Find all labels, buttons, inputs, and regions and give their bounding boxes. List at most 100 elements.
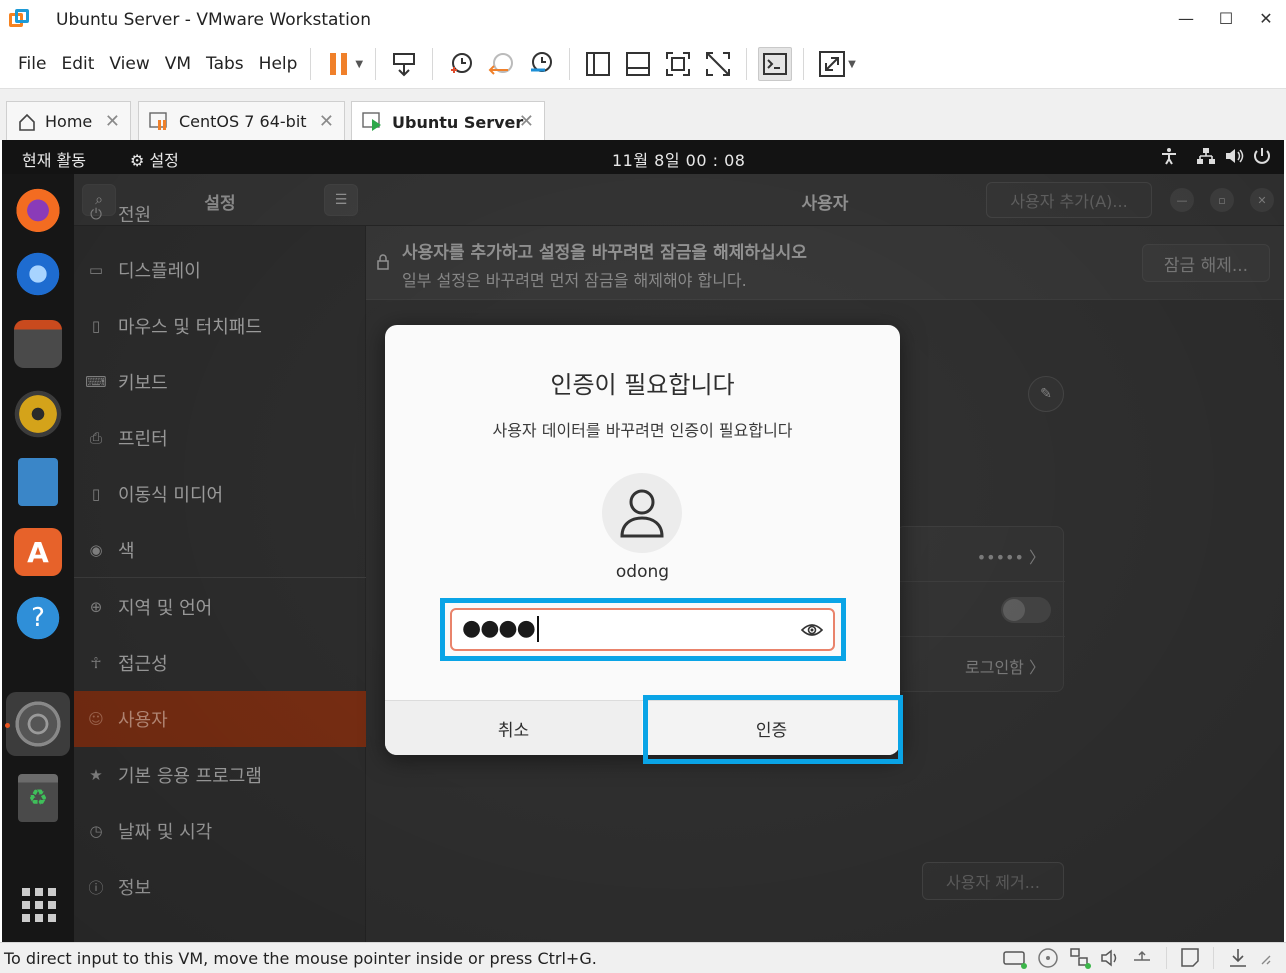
password-row[interactable]: ••••• 〉 (897, 527, 1065, 582)
unity-icon (706, 52, 731, 76)
menu-view[interactable]: View (109, 54, 149, 74)
sound-card-icon[interactable] (1100, 946, 1122, 970)
vm-tab-bar: Home ✕ CentOS 7 64-bit ✕ Ubuntu Server ✕ (0, 88, 1286, 142)
sidebar-item-printers[interactable]: ⎙ 프린터 (74, 410, 366, 466)
toolbar-separator (310, 48, 312, 80)
sidebar-item-label: 접근성 (118, 654, 168, 675)
authenticate-highlight-box (643, 695, 903, 764)
sidebar-item-mouse[interactable]: ▯ 마우스 및 터치패드 (74, 298, 366, 354)
sidebar-item-keyboard[interactable]: ⌨ 키보드 (74, 354, 366, 410)
cancel-button[interactable]: 취소 (385, 701, 642, 755)
tab-close-icon[interactable]: ✕ (319, 111, 334, 132)
sidebar-item-about[interactable]: ⓘ 정보 (74, 859, 366, 915)
menu-tabs[interactable]: Tabs (206, 54, 244, 74)
maximize-window-button[interactable]: ▫ (1210, 188, 1234, 212)
info-icon: ⓘ (88, 878, 104, 897)
notes-icon[interactable] (1179, 946, 1201, 970)
menu-help[interactable]: Help (259, 54, 298, 74)
unlock-button[interactable]: 잠금 해제... (1142, 244, 1270, 282)
snapshot-manager-button[interactable] (524, 47, 558, 81)
sidebar-item-accessibility[interactable]: ☥ 접근성 (74, 635, 366, 691)
panel-header: 사용자 사용자 추가(A)... — ▫ ✕ (366, 174, 1284, 226)
files-icon[interactable] (14, 320, 62, 368)
menu-edit[interactable]: Edit (61, 54, 94, 74)
sidebar-item-date-time[interactable]: ◷ 날짜 및 시각 (74, 803, 366, 859)
sidebar-item-power[interactable]: ⏻ 전원 (74, 186, 366, 242)
color-icon: ◉ (89, 541, 103, 559)
removable-media-icon: ▯ (91, 485, 101, 503)
close-window-button[interactable]: ✕ (1246, 0, 1286, 36)
network-adapter-icon[interactable] (1068, 946, 1092, 970)
user-settings-list: ••••• 〉 로그인함 〉 (896, 526, 1065, 692)
activities-button[interactable]: 현재 활동 (22, 147, 86, 171)
console-view-button[interactable] (758, 47, 793, 81)
menubar-toolbar: File Edit View VM Tabs Help ▼ ▼ (0, 40, 1286, 88)
sidebar-item-default-apps[interactable]: ★ 기본 응용 프로그램 (74, 747, 366, 803)
show-password-eye-icon[interactable] (800, 621, 824, 643)
send-ctrl-alt-del-button[interactable] (387, 47, 421, 81)
hard-disk-icon[interactable] (1002, 946, 1028, 970)
stretch-dropdown-chevron-icon[interactable]: ▼ (848, 59, 856, 70)
app-menu[interactable]: ⚙ 설정 (130, 147, 179, 171)
sidebar-item-label: 정보 (118, 878, 152, 899)
trash-icon[interactable]: ♻ (18, 774, 58, 822)
sidebar-item-display[interactable]: ▭ 디스플레이 (74, 242, 366, 298)
cd-dvd-icon[interactable] (1036, 946, 1060, 970)
globe-icon: ⊕ (89, 598, 103, 616)
remove-user-button[interactable]: 사용자 제거... (922, 862, 1064, 900)
tab-home[interactable]: Home ✕ (6, 101, 131, 141)
accessibility-icon (1162, 148, 1176, 165)
download-icon[interactable] (1226, 946, 1250, 970)
sidebar-item-color[interactable]: ◉ 색 (74, 522, 366, 578)
take-snapshot-button[interactable] (444, 47, 478, 81)
unity-mode-button[interactable] (701, 47, 735, 81)
close-window-button[interactable]: ✕ (1250, 188, 1274, 212)
tab-ubuntu-server[interactable]: Ubuntu Server ✕ (351, 101, 545, 142)
sidebar-item-region[interactable]: ⊕ 지역 및 언어 (74, 579, 366, 635)
show-thumbnail-bar-button[interactable] (621, 47, 655, 81)
suspend-button[interactable] (322, 47, 356, 81)
sidebar-item-removable-media[interactable]: ▯ 이동식 미디어 (74, 466, 366, 522)
stretch-guest-button[interactable] (815, 47, 849, 81)
show-library-button[interactable] (581, 47, 615, 81)
window-titlebar: Ubuntu Server - VMware Workstation — ☐ ✕ (0, 0, 1286, 40)
password-field[interactable]: ●●●● (450, 608, 835, 651)
menu-file[interactable]: File (18, 54, 46, 74)
libreoffice-writer-icon[interactable] (18, 458, 58, 506)
accessibility-icon: ☥ (90, 654, 102, 672)
minimize-window-button[interactable]: — (1170, 188, 1194, 212)
system-tray[interactable] (1160, 146, 1272, 166)
resize-grip-icon[interactable] (1258, 946, 1272, 970)
show-apps-grid-icon[interactable] (14, 880, 62, 928)
account-activity-row[interactable]: 로그인함 〉 (897, 637, 1065, 692)
tab-centos[interactable]: CentOS 7 64-bit ✕ (138, 101, 345, 141)
power-dropdown-chevron-icon[interactable]: ▼ (355, 59, 363, 70)
minimize-button[interactable]: — (1166, 0, 1206, 36)
sidebar-item-users[interactable]: ☺ 사용자 (74, 691, 366, 747)
maximize-button[interactable]: ☐ (1206, 0, 1246, 36)
vmware-logo-icon (9, 9, 31, 31)
status-separator (1166, 947, 1167, 969)
keyboard-icon: ⌨ (85, 373, 107, 391)
full-screen-button[interactable] (661, 47, 695, 81)
edit-avatar-button[interactable]: ✎ (1028, 376, 1064, 412)
sidebar-item-label: 날짜 및 시각 (118, 822, 213, 843)
usb-icon[interactable] (1130, 946, 1154, 970)
help-icon[interactable]: ? (14, 594, 62, 642)
window-title: Ubuntu Server - VMware Workstation (56, 10, 371, 30)
revert-snapshot-button[interactable] (484, 47, 518, 81)
app-center-icon[interactable]: A (14, 528, 62, 576)
library-panel-icon (586, 52, 611, 76)
add-user-button[interactable]: 사용자 추가(A)... (986, 182, 1152, 218)
settings-app-icon[interactable] (14, 700, 62, 748)
rhythmbox-icon[interactable] (14, 390, 62, 438)
snapshot-manager-icon (531, 52, 553, 72)
clock[interactable]: 11월 8일 00 : 08 (612, 147, 745, 171)
tab-close-icon[interactable]: ✕ (105, 111, 120, 132)
thunderbird-icon[interactable] (14, 250, 62, 298)
firefox-icon[interactable] (14, 184, 62, 232)
autologin-toggle[interactable] (1001, 597, 1051, 623)
tab-close-icon[interactable]: ✕ (519, 111, 534, 132)
status-separator (1213, 947, 1214, 969)
menu-vm[interactable]: VM (165, 54, 191, 74)
